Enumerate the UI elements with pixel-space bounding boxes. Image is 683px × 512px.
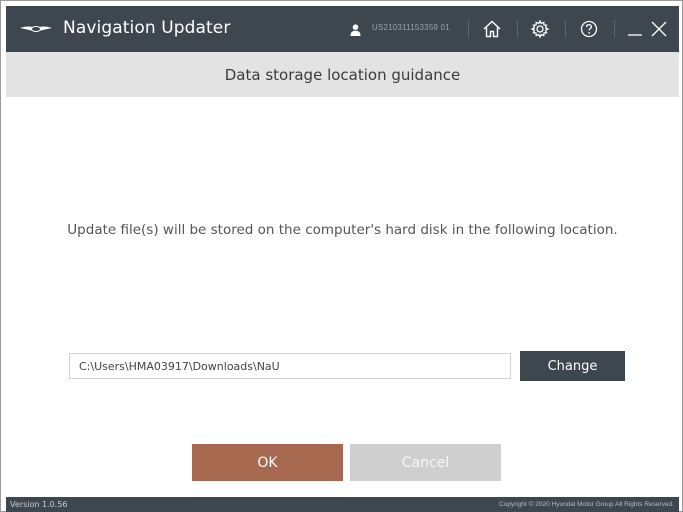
page-header: Data storage location guidance bbox=[6, 52, 679, 97]
gear-icon bbox=[530, 19, 550, 39]
user-id: US210311153359 01 bbox=[372, 23, 450, 32]
winged-logo-icon bbox=[20, 22, 52, 36]
footer-bar: Version 1.0.56 Copyright © 2020 Hyundai … bbox=[6, 497, 679, 512]
user-icon bbox=[350, 23, 361, 36]
cancel-button[interactable]: Cancel bbox=[350, 444, 501, 481]
title-bar: Navigation Updater US210311153359 01 bbox=[6, 6, 679, 52]
app-window: Navigation Updater US210311153359 01 Dat… bbox=[0, 0, 683, 512]
titlebar-divider bbox=[565, 20, 566, 38]
app-title: Navigation Updater bbox=[63, 18, 231, 38]
close-button[interactable] bbox=[646, 17, 672, 41]
help-icon bbox=[580, 20, 598, 38]
help-button[interactable] bbox=[576, 17, 602, 41]
settings-button[interactable] bbox=[527, 17, 553, 41]
titlebar-divider bbox=[517, 20, 518, 38]
copyright-text: Copyright © 2020 Hyundai Motor Group All… bbox=[499, 501, 674, 508]
minimize-icon bbox=[628, 34, 642, 36]
titlebar-divider bbox=[468, 20, 469, 38]
storage-message: Update file(s) will be stored on the com… bbox=[67, 222, 618, 238]
home-button[interactable] bbox=[479, 17, 505, 41]
minimize-button[interactable] bbox=[622, 17, 648, 41]
close-icon bbox=[651, 21, 667, 37]
home-icon bbox=[483, 20, 501, 38]
ok-button[interactable]: OK bbox=[192, 444, 343, 481]
change-button[interactable]: Change bbox=[520, 351, 625, 381]
storage-path-input[interactable] bbox=[69, 353, 511, 379]
version-label: Version 1.0.56 bbox=[10, 500, 68, 509]
titlebar-divider bbox=[614, 20, 615, 38]
page-title: Data storage location guidance bbox=[224, 65, 461, 84]
